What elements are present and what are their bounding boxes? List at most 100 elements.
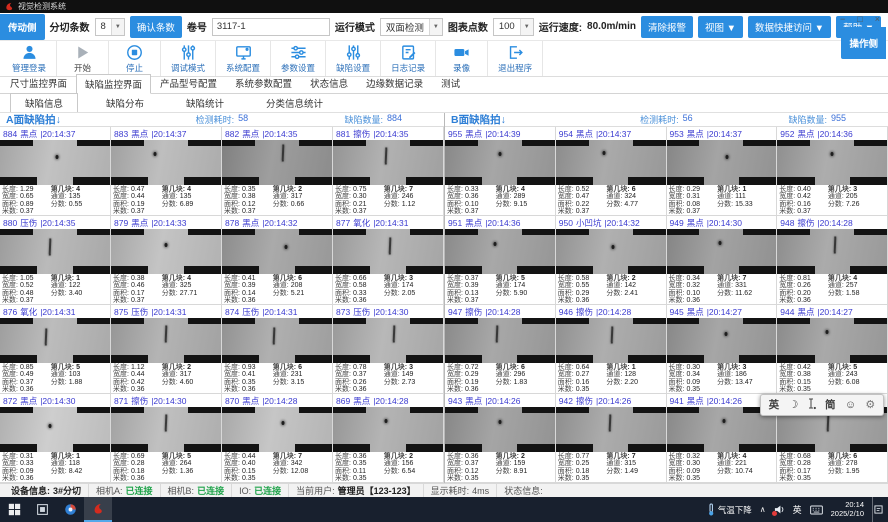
defect-image[interactable] bbox=[556, 140, 666, 185]
defect-image[interactable] bbox=[0, 140, 110, 185]
tab-sub-3[interactable]: 分类信息统计 bbox=[252, 94, 337, 112]
tab-main-3[interactable]: 系统参数配置 bbox=[226, 73, 301, 93]
tab-main-0[interactable]: 尺寸监控界面 bbox=[1, 73, 76, 93]
defect-cell[interactable]: 948 擦伤 |20:14:28 长度:0.81 宽度:0.26 面积:0.20… bbox=[777, 216, 888, 305]
run-mode-select[interactable]: 双面检测 ▼ bbox=[380, 18, 443, 36]
ime-moon-icon[interactable]: ☽ bbox=[788, 400, 798, 411]
data-quick-access-button[interactable]: 数据快捷访问 ▼ bbox=[748, 16, 831, 38]
defect-cell[interactable]: 946 擦伤 |20:14:28 长度:0.64 宽度:0.27 面积:0.16… bbox=[556, 305, 667, 394]
defect-cell[interactable]: 870 黑点 |20:14:28 长度:0.44 宽度:0.40 面积:0.15… bbox=[222, 394, 333, 483]
defect-image[interactable] bbox=[222, 318, 332, 363]
defect-image[interactable] bbox=[111, 229, 221, 274]
defect-cell[interactable]: 871 擦伤 |20:14:30 长度:0.69 宽度:0.28 面积:0.18… bbox=[111, 394, 222, 483]
defect-cell[interactable]: 874 压伤 |20:14:31 长度:0.93 宽度:0.41 面积:0.35… bbox=[222, 305, 333, 394]
tab-sub-1[interactable]: 缺陷分布 bbox=[92, 94, 158, 112]
defect-cell[interactable]: 944 黑点 |20:14:27 长度:0.42 宽度:0.38 面积:0.15… bbox=[777, 305, 888, 394]
maximize-button[interactable]: □ bbox=[857, 14, 862, 24]
panel-a-title[interactable]: A面缺陷拍↓ bbox=[6, 112, 61, 127]
defect-cell[interactable]: 947 擦伤 |20:14:28 长度:0.72 宽度:0.29 面积:0.19… bbox=[445, 305, 556, 394]
roll-number-input[interactable] bbox=[212, 18, 330, 36]
defect-image[interactable] bbox=[111, 318, 221, 363]
defect-cell[interactable]: 884 黑点 |20:14:37 长度:1.29 宽度:0.65 面积:0.89… bbox=[0, 127, 111, 216]
tab-main-2[interactable]: 产品型号配置 bbox=[151, 73, 226, 93]
defect-cell[interactable]: 875 压伤 |20:14:31 长度:1.12 宽度:0.44 面积:0.42… bbox=[111, 305, 222, 394]
tray-expand-chevron[interactable]: ∧ bbox=[760, 505, 766, 514]
defect-cell[interactable]: 872 黑点 |20:14:30 长度:0.31 宽度:0.33 面积:0.09… bbox=[0, 394, 111, 483]
defect-cell[interactable]: 882 黑点 |20:14:35 长度:0.35 宽度:0.38 面积:0.12… bbox=[222, 127, 333, 216]
defect-cell[interactable]: 876 氧化 |20:14:31 长度:0.85 宽度:0.49 面积:0.37… bbox=[0, 305, 111, 394]
defect-image[interactable] bbox=[111, 407, 221, 452]
defect-image[interactable] bbox=[777, 229, 887, 274]
action-params-sliders[interactable]: 参数设置 bbox=[271, 41, 326, 76]
inspection-app-icon[interactable] bbox=[84, 497, 112, 522]
slit-count-select[interactable]: 8 ▼ bbox=[95, 18, 125, 36]
action-stop[interactable]: 停止 bbox=[109, 41, 161, 76]
defect-cell[interactable]: 942 擦伤 |20:14:26 长度:0.77 宽度:0.25 面积:0.18… bbox=[556, 394, 667, 483]
action-user[interactable]: 管理登录 bbox=[2, 41, 57, 76]
defect-image[interactable] bbox=[0, 407, 110, 452]
tab-sub-0[interactable]: 缺陷信息 bbox=[10, 93, 78, 113]
defect-image[interactable] bbox=[445, 318, 555, 363]
tab-main-6[interactable]: 测试 bbox=[432, 73, 469, 93]
defect-image[interactable] bbox=[556, 407, 666, 452]
language-indicator[interactable]: 英 bbox=[793, 503, 802, 516]
defect-cell[interactable]: 951 黑点 |20:14:36 长度:0.37 宽度:0.39 面积:0.13… bbox=[445, 216, 556, 305]
start-button-icon[interactable] bbox=[0, 497, 28, 522]
defect-cell[interactable]: 879 黑点 |20:14:33 长度:0.38 宽度:0.46 面积:0.17… bbox=[111, 216, 222, 305]
action-camera[interactable]: 录像 bbox=[436, 41, 488, 76]
defect-image[interactable] bbox=[222, 140, 332, 185]
keyboard-icon[interactable] bbox=[810, 505, 823, 515]
chart-points-select[interactable]: 100 ▼ bbox=[493, 18, 534, 36]
defect-cell[interactable]: 883 黑点 |20:14:37 长度:0.47 宽度:0.44 面积:0.19… bbox=[111, 127, 222, 216]
defect-image[interactable] bbox=[222, 229, 332, 274]
close-button[interactable]: × bbox=[875, 14, 880, 24]
defect-image[interactable] bbox=[556, 229, 666, 274]
defect-image[interactable] bbox=[333, 318, 443, 363]
defect-image[interactable] bbox=[667, 229, 777, 274]
browser-app-icon[interactable] bbox=[56, 497, 84, 522]
defect-image[interactable] bbox=[777, 140, 887, 185]
defect-cell[interactable]: 945 黑点 |20:14:27 长度:0.30 宽度:0.34 面积:0.09… bbox=[667, 305, 778, 394]
defect-cell[interactable]: 949 黑点 |20:14:30 长度:0.34 宽度:0.32 面积:0.10… bbox=[667, 216, 778, 305]
volume-icon[interactable] bbox=[774, 504, 785, 515]
action-log[interactable]: 日志记录 bbox=[381, 41, 436, 76]
defect-cell[interactable]: 873 压伤 |20:14:30 长度:0.78 宽度:0.37 面积:0.26… bbox=[333, 305, 444, 394]
defect-cell[interactable]: 877 氧化 |20:14:31 长度:0.66 宽度:0.58 面积:0.33… bbox=[333, 216, 444, 305]
ime-cursor-icon[interactable] bbox=[808, 398, 816, 413]
clear-alarm-button[interactable]: 清除报警 bbox=[641, 16, 693, 38]
action-play[interactable]: 开始 bbox=[57, 41, 109, 76]
ime-lang-en[interactable]: 英 bbox=[769, 400, 780, 411]
defect-image[interactable] bbox=[111, 140, 221, 185]
ime-lang-cn[interactable]: 简 bbox=[825, 400, 836, 411]
action-defect-sliders[interactable]: 缺陷设置 bbox=[326, 41, 381, 76]
tab-main-5[interactable]: 边缘数据记录 bbox=[357, 73, 432, 93]
defect-cell[interactable]: 878 黑点 |20:14:32 长度:0.41 宽度:0.39 面积:0.14… bbox=[222, 216, 333, 305]
action-exit[interactable]: 退出程序 bbox=[488, 41, 543, 76]
operate-side-button[interactable]: 操作侧 bbox=[841, 27, 886, 59]
minimize-button[interactable]: − bbox=[840, 14, 845, 24]
defect-image[interactable] bbox=[445, 140, 555, 185]
ime-gear-icon[interactable]: ⚙ bbox=[865, 400, 875, 411]
action-monitor[interactable]: 系统配置 bbox=[216, 41, 271, 76]
tab-main-4[interactable]: 状态信息 bbox=[301, 73, 357, 93]
tab-main-1[interactable]: 缺陷监控界面 bbox=[76, 74, 151, 94]
defect-cell[interactable]: 950 小凹坑 |20:14:32 长度:0.58 宽度:0.55 面积:0.2… bbox=[556, 216, 667, 305]
defect-image[interactable] bbox=[445, 407, 555, 452]
defect-image[interactable] bbox=[0, 229, 110, 274]
view-menu-button[interactable]: 视图 ▼ bbox=[698, 16, 743, 38]
defect-image[interactable] bbox=[777, 318, 887, 363]
defect-image[interactable] bbox=[0, 318, 110, 363]
tab-sub-2[interactable]: 缺陷统计 bbox=[172, 94, 238, 112]
defect-cell[interactable]: 952 黑点 |20:14:36 长度:0.40 宽度:0.42 面积:0.16… bbox=[777, 127, 888, 216]
ime-smiley-icon[interactable]: ☺ bbox=[845, 400, 856, 411]
defect-cell[interactable]: 954 黑点 |20:14:37 长度:0.52 宽度:0.47 面积:0.22… bbox=[556, 127, 667, 216]
defect-cell[interactable]: 881 擦伤 |20:14:35 长度:0.75 宽度:0.30 面积:0.21… bbox=[333, 127, 444, 216]
defect-cell[interactable]: 880 压伤 |20:14:35 长度:1.05 宽度:0.52 面积:0.48… bbox=[0, 216, 111, 305]
defect-image[interactable] bbox=[222, 407, 332, 452]
panel-b-title[interactable]: B面缺陷拍↓ bbox=[451, 112, 506, 127]
defect-cell[interactable]: 953 黑点 |20:14:37 长度:0.29 宽度:0.31 面积:0.08… bbox=[667, 127, 778, 216]
weather-widget[interactable]: 气温下降 bbox=[707, 503, 752, 516]
task-view-icon[interactable] bbox=[28, 497, 56, 522]
drive-side-button[interactable]: 传动侧 bbox=[0, 14, 45, 40]
defect-image[interactable] bbox=[445, 229, 555, 274]
